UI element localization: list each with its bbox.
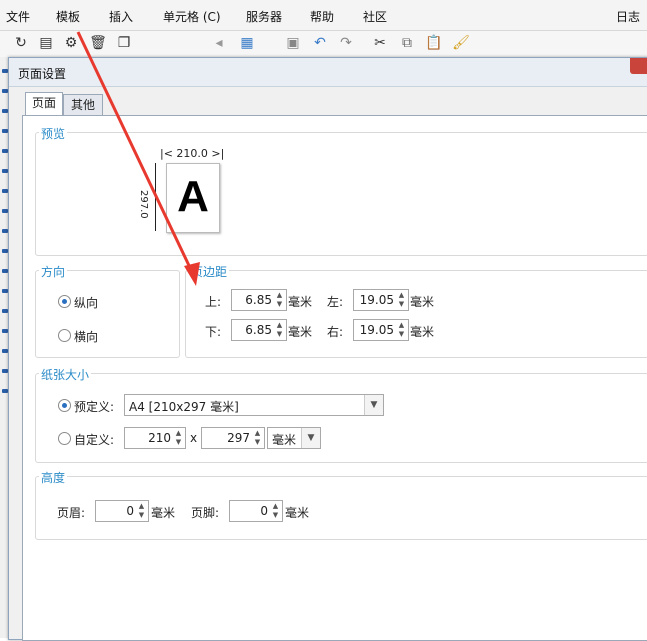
header-label: 页眉: <box>57 506 86 520</box>
paste-icon[interactable]: 📋 <box>425 34 443 52</box>
custom-height-input[interactable]: 297 ▲ ▼ <box>201 427 265 449</box>
preview-label: 预览 <box>39 125 68 142</box>
spin-arrows-icon[interactable]: ▲ ▼ <box>252 429 263 447</box>
height-dimension-line <box>155 163 156 231</box>
undo-icon[interactable]: ↶ <box>311 34 329 52</box>
custom-width-value: 210 <box>148 431 171 445</box>
margin-right-value: 19.05 <box>359 323 394 337</box>
menu-template[interactable]: 模板 <box>56 8 80 25</box>
menu-bar: 文件 模板 插入 单元格 (C) 服务器 帮助 社区 日志 <box>0 0 647 31</box>
footer-label: 页脚: <box>191 506 220 520</box>
margin-top-unit: 毫米 <box>288 295 313 309</box>
orientation-group <box>35 270 180 358</box>
predefined-label[interactable]: 预定义: <box>74 398 114 415</box>
predefined-radio[interactable] <box>58 399 71 412</box>
chevron-down-icon[interactable]: ▼ <box>301 428 320 448</box>
margin-left-label: 左: <box>327 295 344 309</box>
header-height-value: 0 <box>126 504 134 518</box>
custom-height-value: 297 <box>227 431 250 445</box>
preview-group <box>35 132 647 256</box>
portrait-label[interactable]: 纵向 <box>74 294 98 311</box>
menu-community[interactable]: 社区 <box>363 8 387 25</box>
custom-width-input[interactable]: 210 ▲ ▼ <box>124 427 186 449</box>
menu-cell[interactable]: 单元格 (C) <box>163 8 221 25</box>
cut-icon[interactable]: ✂ <box>371 34 389 52</box>
margin-bottom-unit: 毫米 <box>288 325 313 339</box>
orientation-label: 方向 <box>39 263 68 280</box>
margins-label: 页边距 <box>189 263 230 280</box>
margin-top-label: 上: <box>205 295 222 309</box>
paper-size-label: 纸张大小 <box>39 366 92 383</box>
spin-arrows-icon[interactable]: ▲ ▼ <box>274 321 285 339</box>
custom-label[interactable]: 自定义: <box>74 431 114 448</box>
margin-right-input[interactable]: 19.05 ▲ ▼ <box>353 319 409 341</box>
landscape-radio[interactable] <box>58 329 71 342</box>
margin-bottom-label: 下: <box>205 325 222 339</box>
margin-bottom-value: 6.85 <box>245 323 272 337</box>
preview-height-dimension: 297.0 <box>138 190 149 219</box>
predefined-paper-value: A4 [210x297 毫米] <box>129 400 239 414</box>
preview-page: A <box>166 163 220 233</box>
spin-arrows-icon[interactable]: ▲ ▼ <box>274 291 285 309</box>
header-height-input[interactable]: 0 ▲ ▼ <box>95 500 149 522</box>
redo-icon[interactable]: ↷ <box>337 34 355 52</box>
spin-arrows-icon[interactable]: ▲ ▼ <box>173 429 184 447</box>
menu-server[interactable]: 服务器 <box>246 8 282 25</box>
close-icon[interactable] <box>630 58 647 74</box>
landscape-label[interactable]: 横向 <box>74 328 98 345</box>
custom-radio[interactable] <box>58 432 71 445</box>
copy-icon[interactable]: ⧉ <box>398 34 416 52</box>
portrait-radio[interactable] <box>58 295 71 308</box>
margin-top-value: 6.85 <box>245 293 272 307</box>
trash-icon[interactable]: 🗑 <box>89 34 107 52</box>
copy-window-icon[interactable]: ❐ <box>115 34 133 52</box>
preview-width-value: 210.0 <box>176 147 208 160</box>
margin-right-unit: 毫米 <box>410 325 435 339</box>
menu-help[interactable]: 帮助 <box>310 8 334 25</box>
custom-unit-value: 毫米 <box>272 433 297 447</box>
spin-arrows-icon[interactable]: ▲ ▼ <box>270 502 281 520</box>
margin-top-input[interactable]: 6.85 ▲ ▼ <box>231 289 287 311</box>
document-icon[interactable]: ▤ <box>37 34 55 52</box>
margin-left-value: 19.05 <box>359 293 394 307</box>
preview-letter: A <box>177 172 209 221</box>
margin-bottom-input[interactable]: 6.85 ▲ ▼ <box>231 319 287 341</box>
height-label: 高度 <box>39 469 68 486</box>
dialog-title-bar[interactable]: 页面设置 <box>9 58 647 87</box>
header-unit: 毫米 <box>151 506 176 520</box>
margin-left-input[interactable]: 19.05 ▲ ▼ <box>353 289 409 311</box>
margins-group <box>185 270 647 358</box>
footer-height-input[interactable]: 0 ▲ ▼ <box>229 500 283 522</box>
refresh-icon[interactable]: ↻ <box>12 34 30 52</box>
menu-log[interactable]: 日志 <box>616 8 640 25</box>
save-icon[interactable]: ▣ <box>284 34 302 52</box>
predefined-paper-select[interactable]: A4 [210x297 毫米] ▼ <box>124 394 384 416</box>
spin-arrows-icon[interactable]: ▲ ▼ <box>136 502 147 520</box>
menu-file[interactable]: 文件 <box>6 8 30 25</box>
dialog-title: 页面设置 <box>18 67 67 81</box>
scroll-left-icon[interactable]: ◂ <box>210 34 228 52</box>
custom-unit-select[interactable]: 毫米 ▼ <box>267 427 321 449</box>
preview-width-dimension: |< 210.0 >| <box>160 147 225 160</box>
margin-left-unit: 毫米 <box>410 295 435 309</box>
format-brush-icon[interactable]: 🖌 <box>452 34 470 52</box>
margin-right-label: 右: <box>327 325 344 339</box>
spin-arrows-icon[interactable]: ▲ ▼ <box>396 291 407 309</box>
report-icon[interactable]: ▦ <box>238 34 256 52</box>
chevron-down-icon[interactable]: ▼ <box>364 395 383 415</box>
footer-unit: 毫米 <box>285 506 310 520</box>
toolbar: ↻ ▤ ⚙ 🗑 ❐ ◂ ▦ ▣ ↶ ↷ ✂ ⧉ 📋 🖌 <box>0 31 647 57</box>
tab-other[interactable]: 其他 <box>63 94 103 115</box>
tab-page[interactable]: 页面 <box>25 92 63 115</box>
settings-icon[interactable]: ⚙ <box>62 34 80 52</box>
times-sign: x <box>190 431 198 445</box>
menu-insert[interactable]: 插入 <box>109 8 133 25</box>
spin-arrows-icon[interactable]: ▲ ▼ <box>396 321 407 339</box>
paper-size-group <box>35 373 647 463</box>
footer-height-value: 0 <box>260 504 268 518</box>
